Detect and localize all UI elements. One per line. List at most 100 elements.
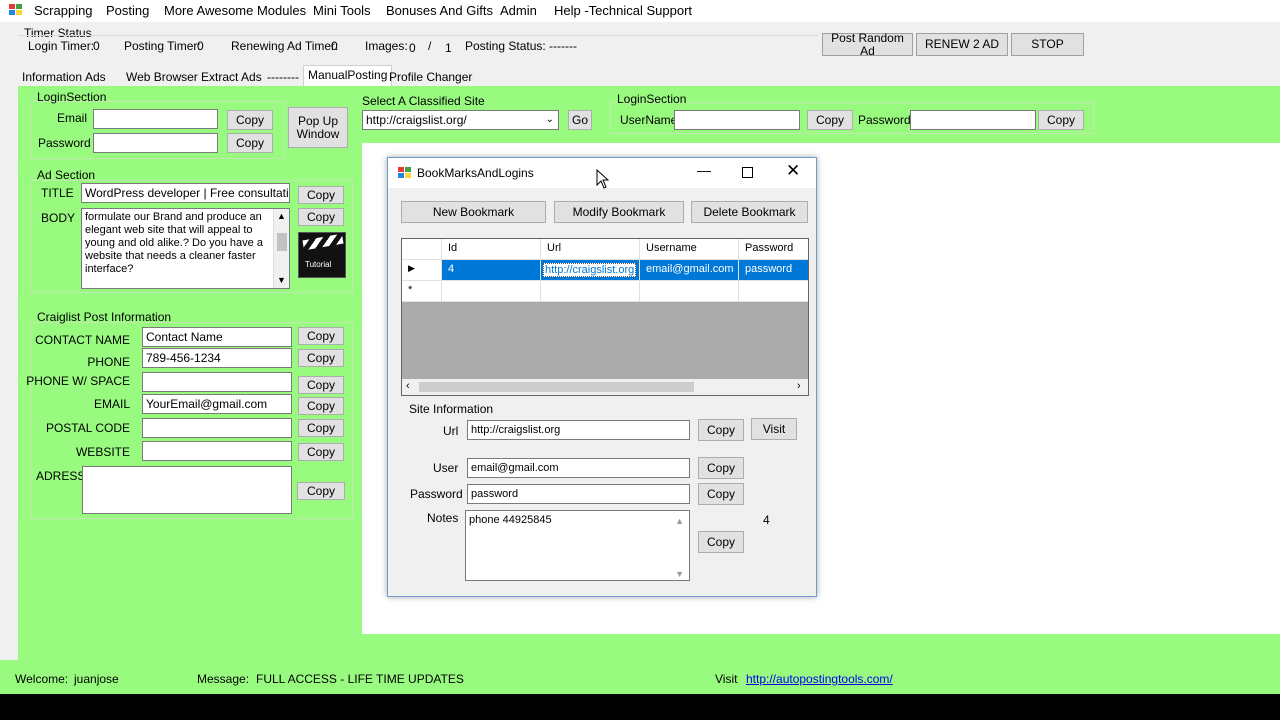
menu-bonuses[interactable]: Bonuses And Gifts: [386, 3, 493, 18]
app-icon: [9, 4, 23, 16]
body-scrollbar[interactable]: ▲ ▼: [273, 209, 289, 288]
visit-button[interactable]: Visit: [751, 418, 797, 440]
ad-title-copy-button[interactable]: Copy: [298, 186, 344, 204]
login-timer-label: Login Timer:: [28, 39, 95, 53]
site-notes-textarea[interactable]: phone 44925845 ▲ ▼: [465, 510, 690, 581]
grid-header-url[interactable]: Url: [541, 239, 640, 260]
menu-more-modules[interactable]: More Awesome Modules: [164, 3, 306, 18]
phone-space-copy-button[interactable]: Copy: [298, 376, 344, 394]
ad-title-field[interactable]: WordPress developer | Free consultation: [81, 183, 290, 203]
site-user-copy-button[interactable]: Copy: [698, 457, 744, 479]
new-row-cell[interactable]: [739, 281, 808, 302]
ad-body-textarea[interactable]: formulate our Brand and produce an elega…: [81, 208, 290, 289]
tab-web-browser[interactable]: Web Browser: [126, 68, 198, 86]
email-post-field[interactable]: YourEmail@gmail.com: [142, 394, 292, 414]
website-copy-button[interactable]: Copy: [298, 443, 344, 461]
scroll-up-icon[interactable]: ▲: [277, 210, 286, 223]
site-url-copy-button[interactable]: Copy: [698, 419, 744, 441]
right-password-copy-button[interactable]: Copy: [1038, 110, 1084, 130]
scroll-right-icon[interactable]: ›: [797, 380, 801, 392]
modify-bookmark-button[interactable]: Modify Bookmark: [554, 201, 684, 223]
ad-body-copy-button[interactable]: Copy: [298, 208, 344, 226]
post-random-ad-button[interactable]: Post Random Ad: [822, 31, 913, 57]
address-textarea[interactable]: [82, 466, 292, 514]
phone-field[interactable]: 789-456-1234: [142, 348, 292, 368]
email-post-label: EMAIL: [93, 397, 130, 411]
cell-id[interactable]: 4: [442, 260, 541, 281]
site-url-field[interactable]: http://craigslist.org: [467, 420, 690, 440]
site-user-field[interactable]: email@gmail.com: [467, 458, 690, 478]
scroll-down-icon[interactable]: ▼: [277, 274, 286, 287]
site-notes-copy-button[interactable]: Copy: [698, 531, 744, 553]
welcome-user: juanjose: [74, 672, 119, 686]
stop-button[interactable]: STOP: [1011, 33, 1084, 56]
scroll-left-icon[interactable]: ‹: [406, 380, 410, 392]
postal-code-field[interactable]: [142, 418, 292, 438]
phone-copy-button[interactable]: Copy: [298, 349, 344, 367]
new-row-cell[interactable]: [541, 281, 640, 302]
notes-scroll-down-icon[interactable]: ▼: [675, 566, 684, 580]
cell-username[interactable]: email@gmail.com: [640, 260, 739, 281]
new-row-cell[interactable]: [640, 281, 739, 302]
grid-header-password[interactable]: Password: [739, 239, 808, 260]
email-label: Email: [57, 111, 88, 125]
site-password-copy-button[interactable]: Copy: [698, 483, 744, 505]
images-total: 1: [445, 41, 452, 55]
password-field[interactable]: [93, 133, 218, 153]
tab-profile-changer[interactable]: Profile Changer: [389, 68, 472, 86]
popup-window-button[interactable]: Pop Up Window: [288, 107, 348, 148]
scrollbar-thumb[interactable]: [419, 382, 694, 392]
row-selector-icon[interactable]: ▶: [402, 260, 442, 281]
cell-password[interactable]: password: [739, 260, 808, 281]
contact-name-copy-button[interactable]: Copy: [298, 327, 344, 345]
email-post-copy-button[interactable]: Copy: [298, 397, 344, 415]
close-icon[interactable]: ✕: [786, 161, 800, 181]
website-link[interactable]: http://autopostingtools.com/: [746, 672, 893, 686]
website-field[interactable]: [142, 441, 292, 461]
postal-code-copy-button[interactable]: Copy: [298, 419, 344, 437]
menu-help[interactable]: Help -Technical Support: [554, 3, 692, 18]
tab-separator[interactable]: --------: [267, 68, 299, 86]
images-label: Images:: [365, 39, 408, 53]
contact-name-field[interactable]: Contact Name: [142, 327, 292, 347]
renew-2-ad-button[interactable]: RENEW 2 AD: [916, 33, 1008, 56]
tab-extract-ads[interactable]: Extract Ads: [201, 68, 262, 86]
right-password-field[interactable]: [910, 110, 1036, 130]
menu-mini-tools[interactable]: Mini Tools: [313, 3, 371, 18]
tutorial-clapper-icon[interactable]: Tutorial: [298, 232, 346, 278]
classified-site-select[interactable]: http://craigslist.org/ ⌄: [362, 110, 559, 130]
postal-code-label: POSTAL CODE: [45, 421, 130, 435]
menu-posting[interactable]: Posting: [106, 3, 149, 18]
minimize-icon[interactable]: —: [697, 162, 711, 178]
cell-url[interactable]: http://craigslist.org: [541, 260, 640, 281]
tab-manual-posting[interactable]: ManualPosting: [303, 65, 393, 87]
menu-scrapping[interactable]: Scrapping: [34, 3, 93, 18]
menu-admin[interactable]: Admin: [500, 3, 537, 18]
email-field[interactable]: [93, 109, 218, 129]
new-bookmark-button[interactable]: New Bookmark: [401, 201, 546, 223]
site-password-field[interactable]: password: [467, 484, 690, 504]
grid-header-id[interactable]: Id: [442, 239, 541, 260]
email-copy-button[interactable]: Copy: [227, 110, 273, 130]
grid-horizontal-scrollbar[interactable]: ‹ ›: [402, 379, 808, 395]
status-bar: Welcome: juanjose Message: FULL ACCESS -…: [0, 660, 1280, 694]
maximize-icon[interactable]: [742, 167, 753, 178]
visit-label: Visit: [715, 672, 738, 686]
site-user-label: User: [433, 461, 459, 475]
renew-timer-label: Renewing Ad Timer:: [231, 39, 339, 53]
title-label: TITLE: [41, 186, 74, 200]
tab-ads[interactable]: Ads: [85, 68, 106, 86]
phone-space-field[interactable]: [142, 372, 292, 392]
new-row-marker[interactable]: *: [402, 281, 442, 302]
new-row-cell[interactable]: [442, 281, 541, 302]
grid-header-username[interactable]: Username: [640, 239, 739, 260]
site-url-label: Url: [443, 424, 459, 438]
address-copy-button[interactable]: Copy: [297, 482, 345, 500]
tab-information[interactable]: Information: [22, 68, 82, 86]
username-copy-button[interactable]: Copy: [807, 110, 853, 130]
username-field[interactable]: [674, 110, 800, 130]
go-button[interactable]: Go: [568, 110, 592, 130]
password-copy-button[interactable]: Copy: [227, 133, 273, 153]
notes-scroll-up-icon[interactable]: ▲: [675, 513, 684, 529]
delete-bookmark-button[interactable]: Delete Bookmark: [691, 201, 808, 223]
